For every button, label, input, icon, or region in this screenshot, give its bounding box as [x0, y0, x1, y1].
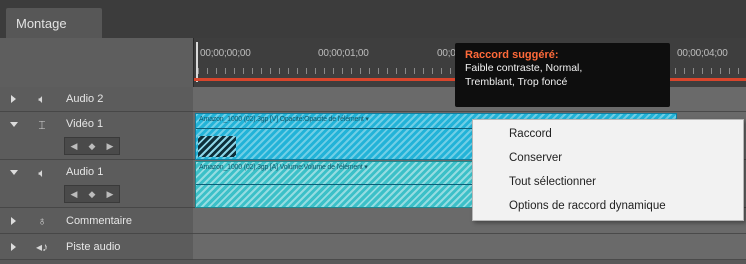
clip-thumbnail: [198, 136, 236, 157]
keyframe-nav: ◀ ◆ ▶: [64, 185, 120, 203]
tab-montage[interactable]: Montage: [6, 8, 102, 38]
timecode-label: 00;00;00;00: [200, 48, 251, 59]
clip-title: Amazon_1000 (02).3gp [V] Opacité:Opacité…: [199, 116, 369, 123]
speaker-icon[interactable]: 🔈︎: [34, 92, 50, 106]
add-keyframe-button[interactable]: ◆: [89, 189, 96, 200]
speaker-icon[interactable]: 🔈︎: [34, 166, 50, 180]
music-speaker-icon[interactable]: ◂♪: [34, 240, 50, 254]
expand-arrow-icon[interactable]: [11, 95, 16, 103]
prev-keyframe-button[interactable]: ◀: [71, 189, 78, 200]
track-header: 🔈︎ Audio 2: [0, 87, 193, 112]
menu-item-select-all[interactable]: Tout sélectionner: [509, 172, 596, 192]
track-name: Piste audio: [66, 241, 121, 253]
expand-arrow-icon[interactable]: [11, 243, 16, 251]
prev-keyframe-button[interactable]: ◀: [71, 141, 78, 152]
film-icon[interactable]: ⌶: [34, 118, 50, 132]
track-piste-audio: ◂♪ Piste audio: [0, 234, 746, 260]
context-menu: Raccord Conserver Tout sélectionner Opti…: [472, 119, 744, 221]
track-name: Audio 2: [66, 93, 104, 105]
clip-title: Amazon_1000 (02).3gp [A] Volume:Volume d…: [199, 164, 368, 171]
add-keyframe-button[interactable]: ◆: [89, 141, 96, 152]
microphone-icon[interactable]: ♁: [34, 214, 50, 228]
track-name: Commentaire: [66, 215, 133, 227]
ruler-header-blank: [0, 38, 193, 88]
track-lane[interactable]: [193, 234, 746, 260]
timecode-label: 00;00;01;00: [318, 48, 369, 59]
playhead[interactable]: [196, 42, 198, 82]
menu-item-dynamic-options[interactable]: Options de raccord dynamique: [509, 196, 666, 216]
suggestion-tooltip: Raccord suggéré: Faible contraste, Norma…: [455, 43, 670, 107]
menu-item-raccord[interactable]: Raccord: [509, 124, 552, 144]
tab-bar: Montage: [0, 0, 746, 38]
next-keyframe-button[interactable]: ▶: [107, 141, 114, 152]
timecode-label: 00;00;04;00: [677, 48, 728, 59]
timecode-label: 00;0: [437, 48, 456, 59]
track-header: 🔈︎ Audio 1 ◀ ◆ ▶: [0, 160, 193, 208]
track-header: ◂♪ Piste audio: [0, 234, 193, 260]
expand-arrow-icon[interactable]: [11, 217, 16, 225]
timeline-panel: Montage 00;00;00;00 00;00;01;00 00;0 00;…: [0, 0, 746, 264]
collapse-arrow-icon[interactable]: [10, 122, 18, 127]
tooltip-title: Raccord suggéré:: [465, 49, 559, 61]
keyframe-nav: ◀ ◆ ▶: [64, 137, 120, 155]
menu-item-conserver[interactable]: Conserver: [509, 148, 562, 168]
collapse-arrow-icon[interactable]: [10, 170, 18, 175]
track-name: Audio 1: [66, 166, 104, 178]
tooltip-line: Tremblant, Trop foncé: [465, 76, 568, 88]
next-keyframe-button[interactable]: ▶: [107, 189, 114, 200]
track-header: ♁ Commentaire: [0, 208, 193, 234]
track-header: ⌶ Vidéo 1 ◀ ◆ ▶: [0, 112, 193, 160]
track-name: Vidéo 1: [66, 118, 104, 130]
tooltip-line: Faible contraste, Normal,: [465, 62, 583, 74]
